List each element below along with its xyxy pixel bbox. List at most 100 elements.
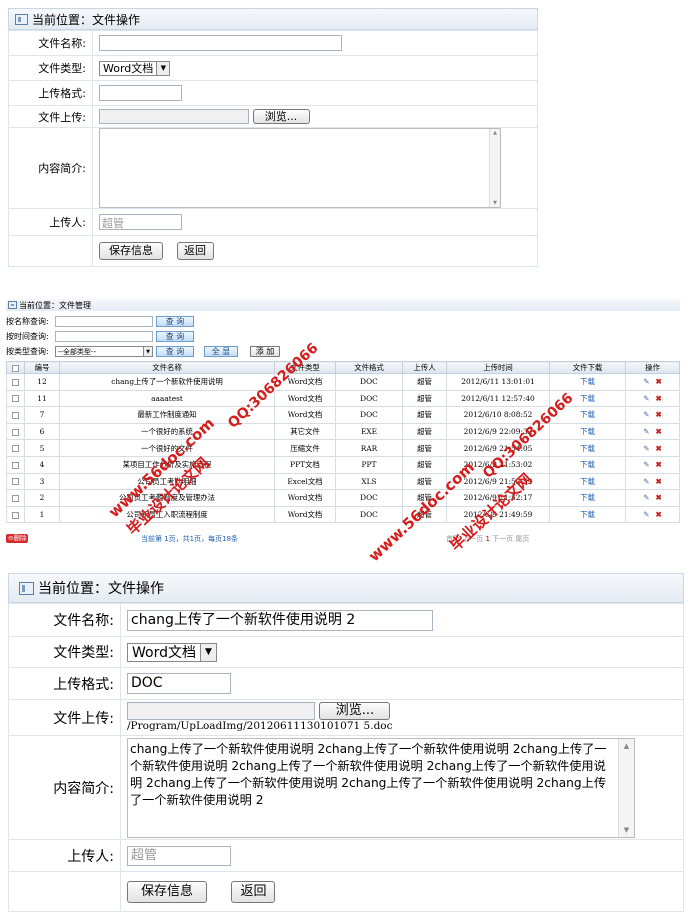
- delete-icon[interactable]: ✖: [656, 394, 662, 403]
- chevron-down-icon[interactable]: ▼: [143, 347, 152, 356]
- query-row-type: 按类型查询: --全部类型-- ▼ 查 询 全 显 添 加: [6, 345, 280, 358]
- chevron-down-icon[interactable]: ▼: [156, 61, 170, 75]
- scroll-down-icon[interactable]: ▼: [493, 200, 497, 206]
- name-input[interactable]: chang上传了一个新软件使用说明 2: [127, 609, 433, 631]
- edit-icon[interactable]: ✎: [643, 477, 649, 486]
- row-select-cell[interactable]: [6, 373, 25, 391]
- row-checkbox[interactable]: [12, 445, 19, 453]
- scroll-up-icon[interactable]: ▲: [493, 130, 497, 136]
- delete-icon[interactable]: ✖: [656, 510, 662, 519]
- type-select-value: Word文档: [103, 62, 154, 75]
- delete-icon[interactable]: ✖: [656, 460, 662, 469]
- row-checkbox[interactable]: [12, 428, 19, 436]
- table-row: 6 一个很好的系统 其它文件 EXE 超管 2012/6/9 22:09:32 下载 ✎ ✖: [6, 422, 680, 441]
- search-button[interactable]: 查 询: [156, 316, 194, 327]
- row-select-cell[interactable]: [6, 455, 25, 474]
- scroll-up-icon[interactable]: ▲: [624, 742, 629, 750]
- query-type-select[interactable]: --全部类型-- ▼: [55, 346, 153, 357]
- intro-text: chang上传了一个新软件使用说明 2chang上传了一个新软件使用说明 2ch…: [130, 741, 607, 807]
- delete-icon[interactable]: ✖: [656, 377, 662, 386]
- intro-label: 内容简介:: [8, 127, 93, 209]
- name-label: 文件名称:: [8, 30, 93, 56]
- row-select-cell[interactable]: [6, 389, 25, 408]
- edit-icon[interactable]: ✎: [643, 460, 649, 469]
- row-select-cell[interactable]: [6, 472, 25, 491]
- intro-textarea[interactable]: ▲ ▼: [99, 128, 501, 208]
- name-label: 文件名称:: [8, 603, 121, 637]
- cell-download[interactable]: 下载: [549, 489, 626, 507]
- select-all-checkbox[interactable]: [12, 364, 19, 372]
- cell-download[interactable]: 下载: [549, 439, 626, 457]
- file-path-input[interactable]: [127, 702, 315, 720]
- cell-download[interactable]: 下载: [549, 505, 626, 524]
- cell-time: 2012/6/11 13:01:01: [446, 373, 550, 391]
- back-button[interactable]: 返回: [231, 880, 276, 903]
- add-button[interactable]: 添 加: [250, 346, 280, 357]
- format-input[interactable]: DOC: [127, 673, 231, 694]
- row-checkbox[interactable]: [12, 395, 19, 403]
- panel1-breadcrumb: 当前位置：文件操作: [32, 12, 141, 27]
- row-checkbox[interactable]: [12, 378, 19, 386]
- scrollbar[interactable]: ▲ ▼: [489, 129, 500, 207]
- scrollbar[interactable]: ▲ ▼: [618, 738, 634, 837]
- delete-icon[interactable]: ✖: [656, 477, 662, 486]
- type-select[interactable]: Word文档 ▼: [99, 60, 171, 76]
- delete-button[interactable]: ⊖删除: [6, 534, 29, 543]
- row-checkbox[interactable]: [12, 494, 19, 502]
- pager-last[interactable]: 尾页: [515, 535, 529, 543]
- save-button[interactable]: 保存信息: [127, 880, 207, 903]
- delete-icon[interactable]: ✖: [656, 493, 662, 502]
- cell-format: DOC: [335, 489, 403, 507]
- panel2-file-manager: 当前位置：文件管理 按名称查询: 查 询 按时间查询: 查 询 按类型查询: -…: [6, 299, 680, 549]
- name-input[interactable]: [99, 35, 342, 51]
- show-all-button[interactable]: 全 显: [204, 346, 238, 357]
- edit-icon[interactable]: ✎: [643, 394, 649, 403]
- row-select-cell[interactable]: [6, 422, 25, 441]
- row-checkbox[interactable]: [12, 411, 19, 419]
- edit-icon[interactable]: ✎: [643, 444, 649, 453]
- cell-type: 其它文件: [274, 422, 336, 441]
- edit-icon[interactable]: ✎: [643, 493, 649, 502]
- cell-id: 4: [24, 455, 60, 474]
- scroll-down-icon[interactable]: ▼: [624, 826, 629, 834]
- pager-next[interactable]: 下一页: [492, 535, 513, 543]
- edit-icon[interactable]: ✎: [643, 377, 649, 386]
- pager-info: 当前第 1页，共1页，每页18条: [141, 535, 239, 543]
- select-all-header[interactable]: [6, 361, 25, 374]
- intro-textarea[interactable]: chang上传了一个新软件使用说明 2chang上传了一个新软件使用说明 2ch…: [127, 737, 635, 838]
- search-button[interactable]: 查 询: [156, 331, 194, 342]
- chevron-down-icon[interactable]: ▼: [199, 643, 216, 661]
- col-format: 文件格式: [335, 361, 403, 374]
- row-select-cell[interactable]: [6, 406, 25, 424]
- search-button[interactable]: 查 询: [156, 346, 194, 357]
- cell-download[interactable]: 下载: [549, 422, 626, 441]
- table-row: 4 某项目工作分析及实施流程 PPT文档 PPT 超管 2012/6/9 21:53:02…: [6, 455, 680, 474]
- row-checkbox[interactable]: [12, 511, 19, 519]
- row-select-cell[interactable]: [6, 505, 25, 524]
- cell-format: XLS: [335, 472, 403, 491]
- edit-icon[interactable]: ✎: [643, 510, 649, 519]
- cell-format: DOC: [335, 389, 403, 408]
- delete-icon[interactable]: ✖: [656, 444, 662, 453]
- save-button[interactable]: 保存信息: [99, 242, 163, 260]
- query-time-input[interactable]: [55, 331, 153, 342]
- row-select-cell[interactable]: [6, 439, 25, 457]
- cell-download[interactable]: 下载: [549, 455, 626, 474]
- delete-icon[interactable]: ✖: [656, 410, 662, 419]
- cell-download[interactable]: 下载: [549, 373, 626, 391]
- row-checkbox[interactable]: [12, 461, 19, 469]
- back-button[interactable]: 返回: [176, 242, 214, 260]
- browse-button[interactable]: 浏览...: [252, 109, 310, 124]
- delete-icon[interactable]: ✖: [656, 427, 662, 436]
- format-input[interactable]: [99, 85, 182, 101]
- cell-download[interactable]: 下载: [549, 472, 626, 491]
- type-select[interactable]: Word文档 ▼: [127, 642, 217, 662]
- query-name-input[interactable]: [55, 316, 153, 327]
- row-select-cell[interactable]: [6, 489, 25, 507]
- edit-icon[interactable]: ✎: [643, 427, 649, 436]
- col-uploader: 上传人: [402, 361, 447, 374]
- row-checkbox[interactable]: [12, 478, 19, 486]
- browse-button[interactable]: 浏览...: [319, 702, 391, 720]
- edit-icon[interactable]: ✎: [643, 410, 649, 419]
- file-path-input[interactable]: [99, 109, 249, 124]
